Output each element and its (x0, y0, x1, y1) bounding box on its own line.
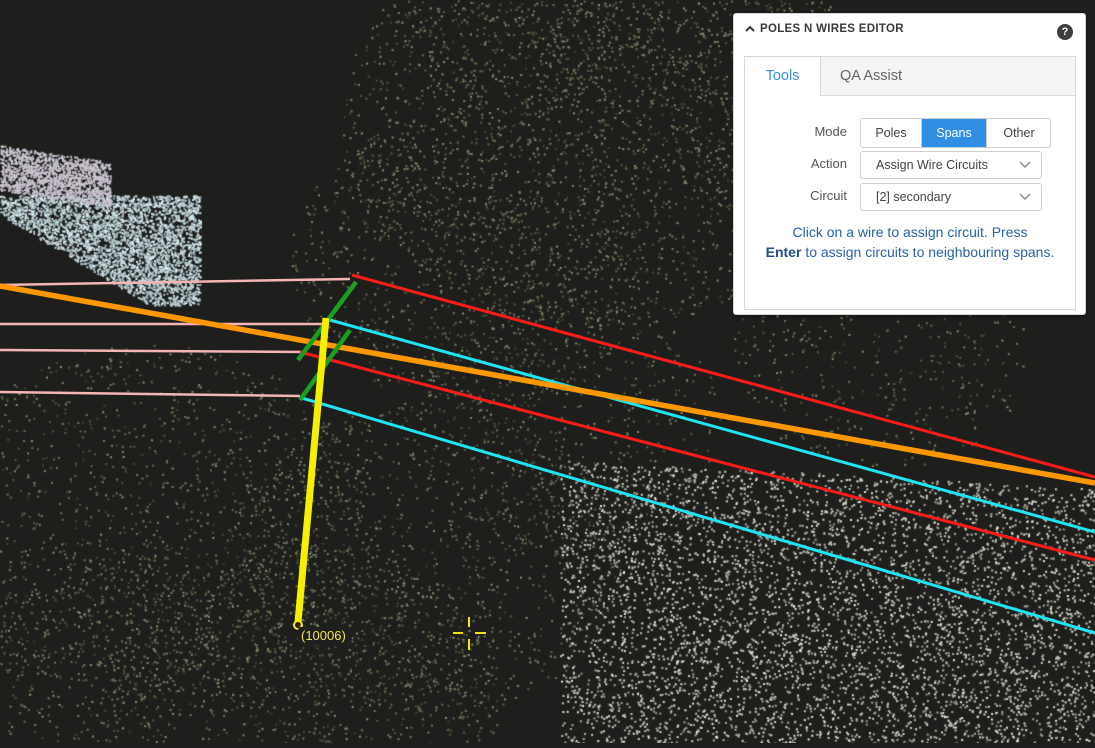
circuit-label: Circuit (810, 188, 847, 203)
chevron-up-icon[interactable] (744, 23, 756, 35)
cyan-wire[interactable] (329, 318, 1095, 534)
panel-title: POLES N WIRES EDITOR (760, 23, 904, 35)
tab-qa-assist[interactable]: QA Assist (821, 57, 921, 95)
unassigned-wire[interactable] (0, 348, 306, 354)
enter-key-label: Enter (765, 243, 802, 260)
chevron-down-icon (1019, 193, 1031, 200)
circuit-select-value: [2] secondary (876, 190, 952, 204)
instruction-text-start: Click on a wire to assign circuit. Press (792, 224, 1028, 240)
mode-spans-button[interactable]: Spans (922, 119, 986, 147)
tab-bar: Tools QA Assist (745, 57, 1075, 96)
tab-tools[interactable]: Tools (745, 57, 821, 96)
mode-other-button[interactable]: Other (986, 119, 1050, 147)
mode-segmented-control: Poles Spans Other (860, 118, 1051, 148)
mode-label: Mode (814, 124, 847, 139)
action-select-value: Assign Wire Circuits (876, 158, 988, 172)
primary-wire[interactable] (0, 283, 1095, 486)
action-select[interactable]: Assign Wire Circuits (860, 151, 1042, 179)
chevron-down-icon (1019, 161, 1031, 168)
poles-n-wires-editor-panel: POLES N WIRES EDITOR ? Tools QA Assist M… (733, 13, 1086, 315)
circuit-select[interactable]: [2] secondary (860, 183, 1042, 211)
secondary-wire[interactable] (299, 350, 1095, 562)
pole[interactable] (294, 317, 330, 623)
cyan-wire[interactable] (301, 396, 1095, 635)
help-icon[interactable]: ? (1057, 24, 1073, 40)
crosshair-cursor-icon (453, 617, 486, 650)
tabs-container: Tools QA Assist Mode Poles Spans Other A… (744, 56, 1076, 310)
panel-header: POLES N WIRES EDITOR ? (734, 14, 1085, 48)
action-label: Action (810, 156, 847, 171)
unassigned-wire[interactable] (0, 390, 301, 398)
pole-id-label: (10006) (298, 627, 349, 645)
instruction-text-end: to assign circuits to neighbouring spans… (805, 243, 1055, 260)
mode-poles-button[interactable]: Poles (861, 119, 922, 147)
instruction-text: Click on a wire to assign circuit. Press… (765, 223, 1055, 262)
unassigned-wire[interactable] (0, 277, 351, 287)
